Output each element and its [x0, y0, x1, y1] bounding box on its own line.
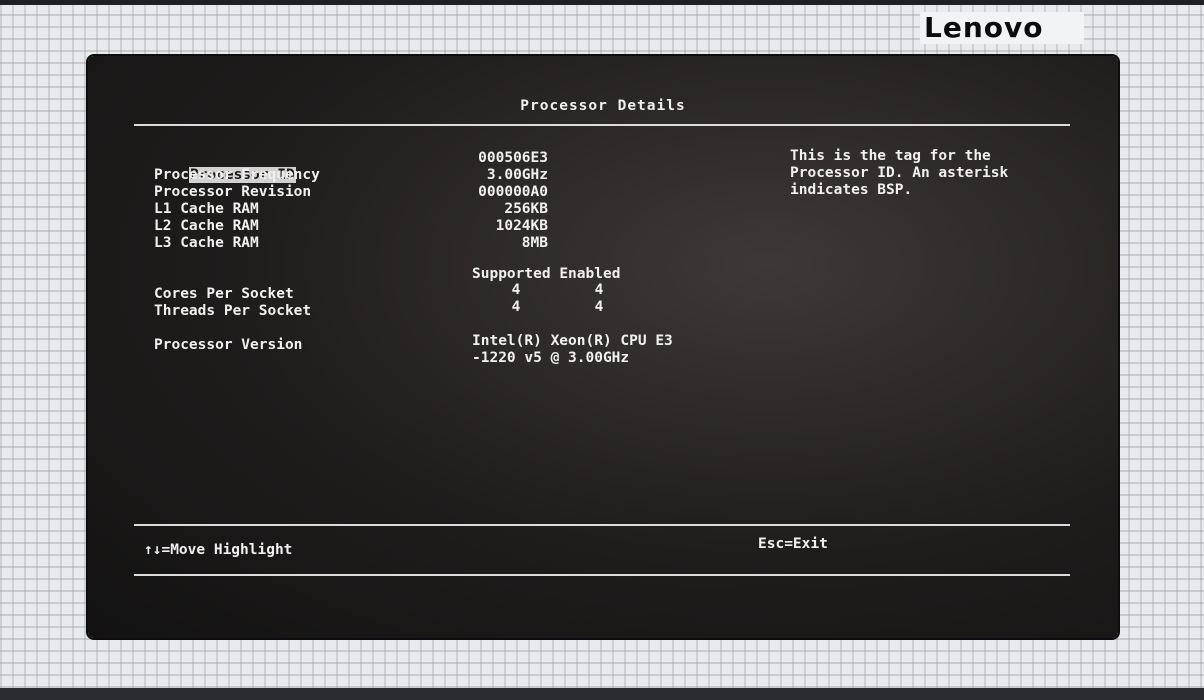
monitor-top-edge — [0, 0, 1204, 5]
field-label: L3 Cache RAM — [154, 235, 259, 251]
exit-hint: Esc=Exit — [758, 536, 828, 552]
version-value-line2: -1220 v5 @ 3.00GHz — [472, 350, 630, 366]
move-highlight-label: =Move Highlight — [161, 542, 293, 558]
up-down-arrows-icon: ↑↓ — [144, 542, 162, 558]
field-value: 256KB — [504, 201, 548, 217]
field-label: Processor Frequency — [154, 167, 320, 183]
enabled-header: Enabled — [559, 266, 621, 282]
field-value: 3.00GHz — [486, 167, 548, 183]
count-row-label: Cores Per Socket — [154, 286, 294, 302]
lenovo-logo: Lenovo — [920, 12, 1084, 44]
threads-supported: 4 — [511, 299, 521, 315]
supported-header: Supported — [472, 266, 551, 282]
bios-screen: Processor Details Processor ID Processor… — [88, 56, 1118, 638]
field-value: 000000A0 — [478, 184, 548, 200]
footer-divider-top — [134, 524, 1070, 526]
help-text: This is the tag for the Processor ID. An… — [790, 148, 1009, 198]
field-value: 1024KB — [495, 218, 548, 234]
version-value-line1: Intel(R) Xeon(R) CPU E3 — [472, 333, 673, 349]
cores-supported: 4 — [511, 282, 521, 298]
field-label: L1 Cache RAM — [154, 201, 259, 217]
page-title: Processor Details — [520, 98, 686, 114]
cores-enabled: 4 — [594, 282, 604, 298]
field-label: Processor Revision — [154, 184, 312, 200]
title-divider — [134, 124, 1070, 126]
footer-divider-bottom — [134, 574, 1070, 576]
version-label: Processor Version — [154, 337, 303, 353]
monitor-bottom-edge — [0, 688, 1204, 700]
count-row-label: Threads Per Socket — [154, 303, 312, 319]
counts-header: Supported Enabled — [472, 266, 620, 283]
threads-enabled: 4 — [594, 299, 604, 315]
field-value: 000506E3 — [478, 150, 548, 166]
move-highlight-hint: ↑↓=Move Highlight — [144, 542, 292, 559]
field-value: 8MB — [521, 235, 548, 251]
field-label: L2 Cache RAM — [154, 218, 259, 234]
